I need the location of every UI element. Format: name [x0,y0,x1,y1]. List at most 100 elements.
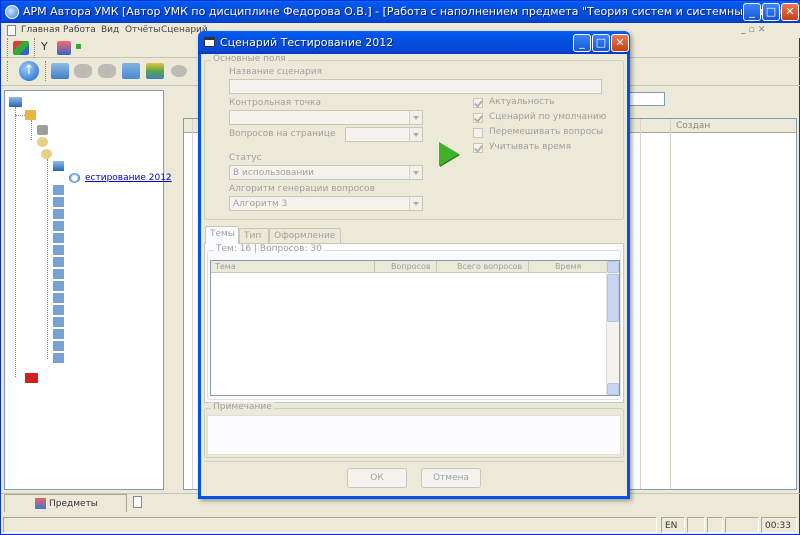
column-header-topic[interactable]: Тема [211,261,375,273]
books-icon[interactable] [146,63,164,79]
delete-icon[interactable] [98,64,116,78]
dialog-title-bar[interactable]: Сценарий Тестирование 2012 _ □ ✕ [198,31,630,54]
tree-doc-icon[interactable] [53,341,64,351]
search-icon[interactable] [122,63,140,79]
tree-doc-icon[interactable] [53,197,64,207]
tree-doc-icon[interactable] [53,329,64,339]
column-header-time-label: Время [555,262,582,271]
tree-doc-icon[interactable] [53,317,64,327]
chevron-down-icon[interactable] [409,197,422,210]
checkbox-actuality-label: Актуальность [489,97,555,107]
tree-doc-icon[interactable] [53,245,64,255]
tree-gear-icon[interactable] [37,137,48,147]
dialog-close-button[interactable]: ✕ [611,34,629,52]
tree-scenarios-icon[interactable] [53,161,64,171]
add-folder-icon[interactable] [51,63,69,79]
status-lang-text: EN [665,521,678,531]
tree-doc-icon[interactable] [53,353,64,363]
menu-work[interactable]: Работа [63,25,96,35]
ok-button[interactable]: ОК [347,468,407,488]
column-divider [640,119,641,489]
maximize-button[interactable]: □ [762,3,780,21]
scroll-down-icon[interactable] [607,383,619,395]
questions-per-page-stepper[interactable] [345,127,423,142]
button-bar [204,461,624,493]
tree-folder-icon[interactable] [25,110,36,120]
column-header-time[interactable]: Время [529,261,607,273]
tree-doc-icon[interactable] [53,293,64,303]
tab-type-label: Тип [244,231,262,241]
dialog-minimize-button[interactable]: _ [573,34,591,52]
tree-doc-icon[interactable] [53,209,64,219]
chevron-down-icon[interactable] [409,111,422,124]
tree-doc-icon[interactable] [53,221,64,231]
edit-icon[interactable] [74,64,92,78]
tab-subjects[interactable]: Предметы [4,494,127,512]
checkbox-default-scenario[interactable] [473,113,483,123]
tree-panel[interactable]: естирование 2012 [4,90,172,490]
tree-doc-icon[interactable] [53,305,64,315]
document-icon [7,25,16,36]
filter-icon[interactable]: Y [41,41,53,55]
checkbox-actuality[interactable] [473,98,483,108]
chevron-down-icon[interactable] [409,166,422,179]
menu-main[interactable]: Главная [21,25,60,35]
menu-view[interactable]: Вид [101,25,119,35]
status-flag-icon [707,517,723,533]
link-icon[interactable] [171,65,187,77]
tab-topics[interactable]: Темы [205,226,239,244]
checkbox-default-scenario-label: Сценарий по умолчанию [489,112,607,122]
column-header-questions-label: Вопросов [391,262,431,271]
cancel-button[interactable]: Отмена [421,468,481,488]
run-scenario-button[interactable] [439,142,459,166]
status-time-text: 00:33 [765,521,791,531]
tree-scenario-icon[interactable] [69,173,80,183]
tree-doc-icon[interactable] [53,257,64,267]
tree-root-icon[interactable] [9,97,22,107]
questions-per-page-label: Вопросов на странице [229,129,336,139]
column-header-questions[interactable]: Вопросов [375,261,437,273]
main-fields-group-label: Основные поля [211,54,288,64]
tree-doc-icon[interactable] [53,233,64,243]
tree-item-scenario[interactable]: естирование 2012 [85,173,172,183]
name-input[interactable] [229,79,602,94]
column-header-created[interactable]: Создан [676,121,710,131]
tree-gear-icon[interactable] [41,149,52,159]
settings-icon[interactable]: ▪ [75,41,87,55]
mdi-controls[interactable]: _ ▫ ✕ [741,25,765,35]
status-combo[interactable]: В использовании [229,165,423,180]
checkbox-shuffle-questions[interactable] [473,128,483,138]
checkbox-count-time[interactable] [473,143,483,153]
topics-grid[interactable]: Тема Вопросов Всего вопросов Время [210,260,620,396]
tree-printer-icon[interactable] [37,125,48,135]
tree-doc-icon[interactable] [53,281,64,291]
scroll-up-icon[interactable] [607,261,619,273]
menu-reports[interactable]: Отчёты [125,25,161,35]
close-button[interactable]: ✕ [781,3,799,21]
dialog-maximize-button[interactable]: □ [592,34,610,52]
tree-trash-icon[interactable] [25,373,38,383]
up-arrow-icon[interactable]: ↑ [19,61,39,81]
comment-textarea[interactable] [207,415,621,455]
flag-icon[interactable] [57,41,71,55]
status-label: Статус [229,153,262,163]
toolbar-grip [7,38,10,58]
minimize-button[interactable]: _ [743,3,761,21]
tab-panel-topics: Тем: 16 | Вопросов: 30 Тема Вопросов Все… [204,243,624,403]
checkpoint-combo[interactable] [229,110,423,125]
tree-doc-icon[interactable] [53,185,64,195]
column-header-total-questions[interactable]: Всего вопросов [437,261,529,273]
main-title-bar[interactable]: АРМ Автора УМК [Автор УМК по дисциплине … [1,1,800,23]
tab-design[interactable]: Оформление [269,228,341,244]
scroll-thumb[interactable] [607,274,619,322]
modules-icon[interactable] [13,41,29,55]
filter-input[interactable] [627,92,665,106]
tab-type[interactable]: Тип [239,228,269,244]
status-value: В использовании [233,168,314,178]
grid-scrollbar[interactable] [606,261,619,395]
chevron-down-icon[interactable] [409,128,422,141]
document-icon[interactable] [133,496,142,508]
tree-doc-icon[interactable] [53,269,64,279]
toolbar-grip [7,61,10,81]
algorithm-combo[interactable]: Алгоритм 3 [229,196,423,211]
